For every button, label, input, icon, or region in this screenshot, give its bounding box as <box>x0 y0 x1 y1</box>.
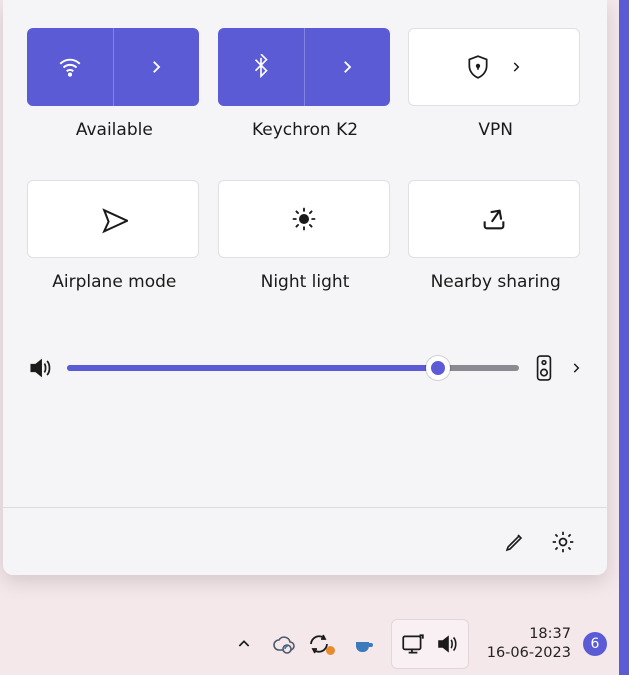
nightlight-label: Night light <box>218 272 393 292</box>
wifi-toggle[interactable] <box>27 54 113 80</box>
coffee-icon <box>352 632 376 656</box>
gear-icon <box>550 529 576 555</box>
vpn-label: VPN <box>408 120 583 140</box>
volume-row <box>27 354 583 382</box>
caffeine-tray-icon[interactable] <box>345 622 383 666</box>
bluetooth-tile-group: Keychron K2 <box>218 28 393 140</box>
vpn-tile[interactable] <box>408 28 580 106</box>
clock-time: 18:37 <box>487 625 571 644</box>
nightlight-tile-group: Night light <box>218 180 393 292</box>
brightness-icon <box>290 205 318 233</box>
nightlight-tile[interactable] <box>218 180 390 258</box>
volume-fill <box>67 365 438 371</box>
volume-slider[interactable] <box>67 365 519 371</box>
bluetooth-label: Keychron K2 <box>218 120 393 140</box>
wifi-tile-group: Available <box>27 28 202 140</box>
quick-settings-panel: Available Keychron K2 <box>3 0 607 575</box>
wifi-expand[interactable] <box>113 58 199 76</box>
tile-grid: Available Keychron K2 <box>27 28 583 292</box>
edit-button[interactable] <box>495 522 535 562</box>
share-icon <box>480 205 508 233</box>
bluetooth-icon <box>250 54 272 80</box>
bluetooth-expand[interactable] <box>304 58 390 76</box>
taskbar-clock[interactable]: 18:37 16-06-2023 <box>487 625 571 663</box>
nearby-label: Nearby sharing <box>408 272 583 292</box>
network-tray-icon[interactable] <box>396 622 430 666</box>
system-tray-group[interactable] <box>391 619 469 669</box>
chevron-right-icon <box>509 60 523 74</box>
chevron-right-icon[interactable] <box>569 361 583 375</box>
nearby-tile-group: Nearby sharing <box>408 180 583 292</box>
taskbar: 18:37 16-06-2023 6 <box>0 613 619 675</box>
bluetooth-tile[interactable] <box>218 28 390 106</box>
pencil-icon <box>503 530 527 554</box>
vpn-shield-icon <box>465 54 491 80</box>
airplane-icon <box>98 204 128 234</box>
chevron-right-icon <box>338 58 356 76</box>
panel-footer <box>3 507 607 575</box>
nearby-tile[interactable] <box>408 180 580 258</box>
wifi-tile[interactable] <box>27 28 199 106</box>
settings-button[interactable] <box>543 522 583 562</box>
speaker-icon[interactable] <box>27 355 53 381</box>
update-dot-icon <box>326 646 335 655</box>
volume-tray-icon[interactable] <box>430 622 464 666</box>
vpn-tile-group: VPN <box>408 28 583 140</box>
chevron-right-icon <box>147 58 165 76</box>
airplane-tile-group: Airplane mode <box>27 180 202 292</box>
update-tray-icon[interactable] <box>305 622 343 666</box>
chevron-up-icon <box>236 636 252 652</box>
tray-overflow-button[interactable] <box>225 622 263 666</box>
airplane-label: Airplane mode <box>27 272 202 292</box>
notification-count: 6 <box>591 636 600 652</box>
clock-date: 16-06-2023 <box>487 644 571 663</box>
notification-badge[interactable]: 6 <box>583 632 607 656</box>
airplane-tile[interactable] <box>27 180 199 258</box>
window-edge <box>619 0 629 675</box>
volume-thumb[interactable] <box>426 356 450 380</box>
speaker-icon <box>435 632 459 656</box>
bluetooth-toggle[interactable] <box>218 54 304 80</box>
audio-output-icon[interactable] <box>533 354 555 382</box>
monitor-icon <box>400 631 426 657</box>
divider <box>113 28 114 106</box>
onedrive-tray-icon[interactable] <box>265 622 303 666</box>
cloud-icon <box>272 632 296 656</box>
divider <box>304 28 305 106</box>
wifi-label: Available <box>27 120 202 140</box>
wifi-icon <box>57 54 83 80</box>
